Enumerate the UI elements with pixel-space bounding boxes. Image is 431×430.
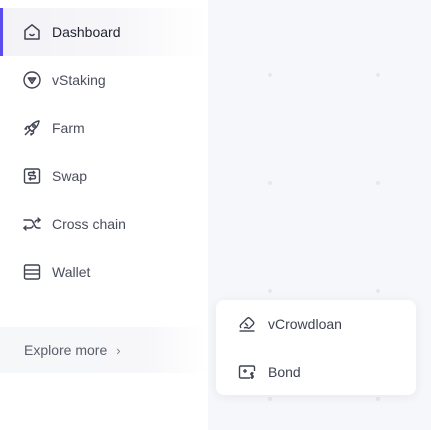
background-dot: [376, 73, 380, 77]
swap-icon: [21, 165, 43, 187]
sidebar-item-dashboard[interactable]: Dashboard: [0, 8, 208, 56]
background-dot: [376, 289, 380, 293]
background-dot: [268, 397, 272, 401]
menu-item-label: vCrowdloan: [268, 316, 342, 332]
farm-icon: [21, 117, 43, 139]
crowdloan-icon: [236, 313, 258, 335]
sidebar-item-wallet[interactable]: Wallet: [0, 248, 208, 296]
sidebar-nav: Dashboard vStaking Farm Swap Cross chain…: [0, 0, 208, 430]
sidebar-item-farm[interactable]: Farm: [0, 104, 208, 152]
background-dot: [376, 181, 380, 185]
background-dot: [268, 73, 272, 77]
sidebar-item-swap[interactable]: Swap: [0, 152, 208, 200]
sidebar-item-label: vStaking: [52, 72, 106, 88]
wallet-icon: [21, 261, 43, 283]
sidebar-item-label: Dashboard: [52, 24, 121, 40]
explore-more-menu: vCrowdloan Bond: [216, 300, 416, 395]
background-dot: [268, 181, 272, 185]
menu-item-vcrowdloan[interactable]: vCrowdloan: [236, 304, 406, 344]
bond-icon: [236, 361, 258, 383]
sidebar-item-label: Farm: [52, 120, 85, 136]
menu-item-bond[interactable]: Bond: [236, 352, 406, 392]
active-indicator: [0, 8, 3, 56]
sidebar-item-label: Cross chain: [52, 216, 126, 232]
menu-item-label: Bond: [268, 364, 301, 380]
sidebar-item-label: Wallet: [52, 264, 91, 280]
cross-chain-icon: [21, 213, 43, 235]
home-icon: [21, 21, 43, 43]
explore-more-label: Explore more: [24, 342, 108, 358]
sidebar-item-label: Swap: [52, 168, 88, 184]
explore-more-button[interactable]: Explore more ›: [0, 327, 208, 373]
sidebar-item-vstaking[interactable]: vStaking: [0, 56, 208, 104]
background-dot: [376, 397, 380, 401]
sidebar-item-cross-chain[interactable]: Cross chain: [0, 200, 208, 248]
chevron-right-icon: ›: [116, 342, 121, 358]
staking-icon: [21, 69, 43, 91]
background-dot: [268, 289, 272, 293]
